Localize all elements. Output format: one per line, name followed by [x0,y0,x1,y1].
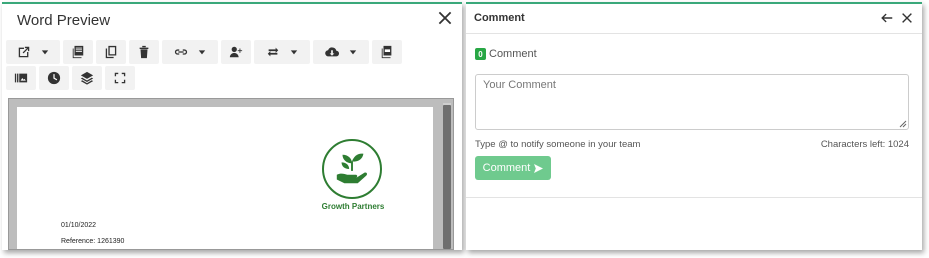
cloud-download-icon [325,47,339,57]
comment-panel: Comment 0 Comment Type @ to notify someo… [466,2,922,250]
submit-comment-label: Comment [482,162,531,174]
gallery-icon [14,73,28,83]
chevron-down-icon [349,50,357,55]
comment-header: Comment [466,4,922,34]
logo-caption: Growth Partners [321,202,385,211]
link-button[interactable] [162,40,218,64]
fullscreen-icon [114,72,126,84]
duplicate-icon [105,45,117,59]
characters-left: Characters left: 1024 [820,139,909,150]
document-page: Growth Partners 01/10/2022 Reference: 12… [17,107,433,249]
delete-button[interactable] [129,40,159,64]
comment-count-label: Comment [489,48,537,60]
toolbar-row-2 [6,66,135,90]
close-icon[interactable] [900,11,914,25]
chevron-down-icon [198,50,206,55]
pdf-button[interactable] [372,40,402,64]
resize-grip-icon[interactable] [899,120,907,128]
add-user-icon [229,46,243,58]
divider [466,197,922,198]
mention-hint: Type @ to notify someone in your team [475,139,641,150]
clock-icon [47,71,61,85]
copy-pages-icon [72,45,84,59]
duplicate-button[interactable] [96,40,126,64]
swap-button[interactable] [254,40,310,64]
open-external-button[interactable] [6,40,60,64]
submit-comment-button[interactable]: Comment [475,156,551,180]
document-reference: Reference: 1261390 [61,238,125,245]
document-preview[interactable]: Growth Partners 01/10/2022 Reference: 12… [8,98,454,250]
screen: Word Preview Growth Partners 01/10/2022 … [0,0,929,258]
scrollbar-thumb[interactable] [443,105,451,249]
external-link-icon [18,46,30,58]
growth-partners-logo [322,139,382,199]
chevron-down-icon [41,50,49,55]
comment-count-row: 0 Comment [475,48,537,60]
word-preview-panel: Word Preview Growth Partners 01/10/2022 … [2,2,462,250]
comment-input[interactable] [475,74,909,130]
history-button[interactable] [39,66,69,90]
download-button[interactable] [313,40,369,64]
send-icon [534,163,544,173]
back-arrow-icon[interactable] [880,11,894,25]
comment-count-badge: 0 [475,48,486,60]
fullscreen-button[interactable] [105,66,135,90]
trash-icon [139,45,149,59]
chevron-down-icon [290,50,298,55]
comment-title: Comment [474,12,525,24]
preview-header: Word Preview [2,4,462,38]
link-icon [174,49,188,55]
document-date: 01/10/2022 [61,222,97,229]
layers-icon [80,71,94,85]
swap-icon [267,47,279,57]
close-icon[interactable] [436,9,454,27]
add-user-button[interactable] [221,40,251,64]
gallery-button[interactable] [6,66,36,90]
pages-button[interactable] [63,40,93,64]
preview-title: Word Preview [17,12,111,29]
plant-hand-icon [336,153,368,184]
toolbar-row-1 [6,40,402,64]
layers-button[interactable] [72,66,102,90]
pdf-icon [381,45,392,59]
